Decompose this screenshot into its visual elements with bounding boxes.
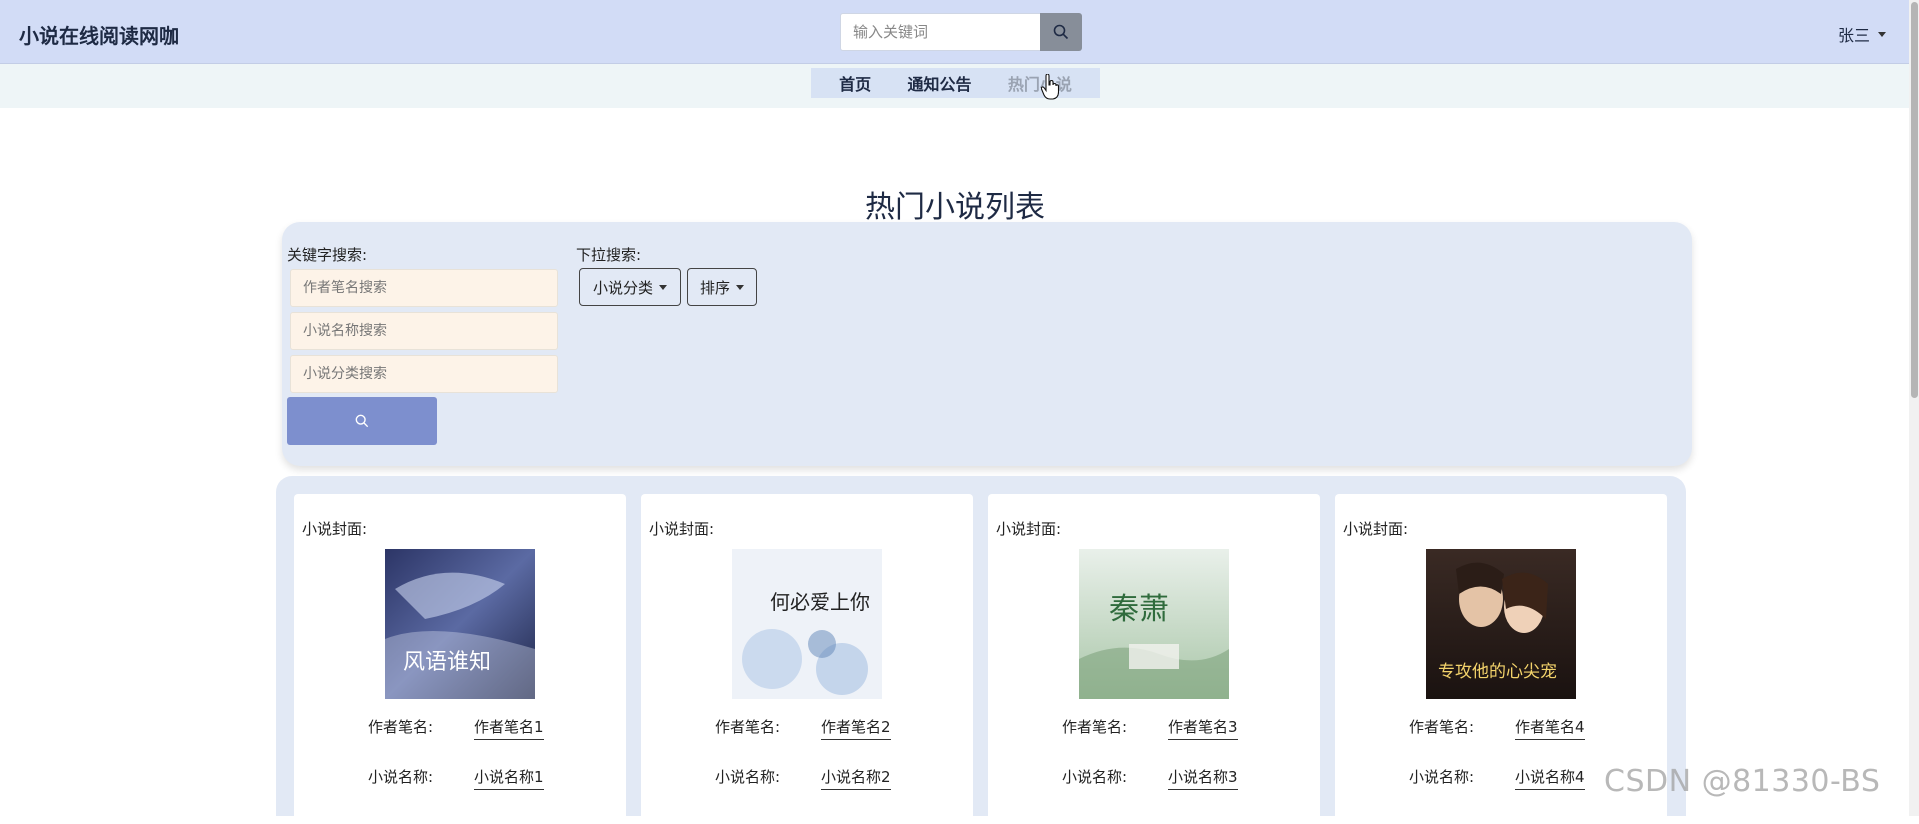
cover-title-text: 风语谁知 [403, 650, 491, 675]
chevron-down-icon [659, 284, 667, 290]
author-link[interactable]: 作者笔名3 [1168, 716, 1238, 740]
keyword-search-label: 关键字搜索: [287, 246, 368, 264]
novel-name-search-input[interactable] [290, 312, 558, 350]
page-title: 热门小说列表 [865, 190, 1045, 225]
author-key: 作者笔名: [715, 718, 781, 736]
header-search-button[interactable] [1040, 13, 1082, 51]
novel-name-key: 小说名称: [715, 768, 781, 786]
category-dropdown-label: 小说分类 [592, 278, 653, 297]
author-link[interactable]: 作者笔名4 [1515, 716, 1585, 740]
novel-cover-image[interactable]: 何必爱上你 [732, 549, 882, 699]
author-key: 作者笔名: [368, 718, 434, 736]
header-search [840, 13, 1082, 51]
novel-cover-image[interactable]: 专攻他的心尖宠 [1426, 549, 1576, 699]
sort-dropdown[interactable]: 排序 [687, 268, 757, 306]
panel-search-button[interactable] [287, 397, 437, 445]
cover-label: 小说封面: [649, 520, 715, 538]
sort-dropdown-label: 排序 [699, 278, 730, 297]
novel-name-link[interactable]: 小说名称3 [1168, 766, 1238, 790]
hand-cursor-icon [1041, 74, 1059, 100]
author-link[interactable]: 作者笔名1 [474, 716, 544, 740]
top-header: 小说在线阅读网咖 张三 [0, 0, 1919, 64]
nav-bar: 首页 通知公告 热门小说 [0, 64, 1919, 108]
author-key: 作者笔名: [1409, 718, 1475, 736]
cover-label: 小说封面: [302, 520, 368, 538]
cover-label: 小说封面: [1343, 520, 1409, 538]
author-search-input[interactable] [290, 269, 558, 307]
novel-cover-image[interactable]: 秦萧 [1079, 549, 1229, 699]
cover-title-text: 专攻他的心尖宠 [1438, 662, 1557, 682]
user-name: 张三 [1838, 26, 1871, 45]
novel-cover-image[interactable]: 风语谁知 [385, 549, 535, 699]
cover-label: 小说封面: [996, 520, 1062, 538]
novel-card: 小说封面: 何必爱上你 作者笔名: 作者笔名2 小说名称: 小说名称2 [641, 494, 973, 824]
novel-name-link[interactable]: 小说名称1 [474, 766, 544, 790]
novel-card: 小说封面: 风语谁知 作者笔名: 作者笔名1 小说名称: 小说名称1 [294, 494, 626, 824]
chevron-down-icon [1878, 31, 1887, 37]
novel-name-key: 小说名称: [1062, 768, 1128, 786]
nav-item-notices[interactable]: 通知公告 [907, 71, 971, 95]
search-panel: 关键字搜索: 下拉搜索: 小说分类 排序 [282, 222, 1692, 466]
novel-list: 小说封面: 风语谁知 作者笔名: 作者笔名1 小说名称: 小说名称1 小说封面:… [276, 476, 1686, 824]
search-icon [355, 414, 369, 428]
chevron-down-icon [736, 284, 744, 290]
nav-item-hot-novels[interactable]: 热门小说 [1008, 71, 1072, 95]
novel-name-link[interactable]: 小说名称2 [821, 766, 891, 790]
novel-card: 小说封面: 秦萧 作者笔名: 作者笔名3 小说名称: 小说名称3 [988, 494, 1320, 824]
novel-name-key: 小说名称: [368, 768, 434, 786]
header-search-input[interactable] [840, 13, 1040, 51]
author-key: 作者笔名: [1062, 718, 1128, 736]
novel-name-link[interactable]: 小说名称4 [1515, 766, 1585, 790]
user-menu[interactable]: 张三 [1838, 22, 1887, 46]
category-dropdown[interactable]: 小说分类 [579, 268, 681, 306]
nav-item-home[interactable]: 首页 [839, 71, 871, 95]
author-link[interactable]: 作者笔名2 [821, 716, 891, 740]
novel-name-key: 小说名称: [1409, 768, 1475, 786]
cover-title-text: 秦萧 [1109, 592, 1169, 627]
cover-title-text: 何必爱上你 [770, 590, 870, 614]
category-search-input[interactable] [290, 355, 558, 393]
search-icon [1053, 24, 1069, 40]
dropdown-search-label: 下拉搜索: [576, 246, 642, 264]
watermark: CSDN @81330-BS [1604, 764, 1881, 799]
scrollbar-thumb[interactable] [1911, 2, 1918, 398]
site-brand[interactable]: 小说在线阅读网咖 [19, 20, 179, 49]
